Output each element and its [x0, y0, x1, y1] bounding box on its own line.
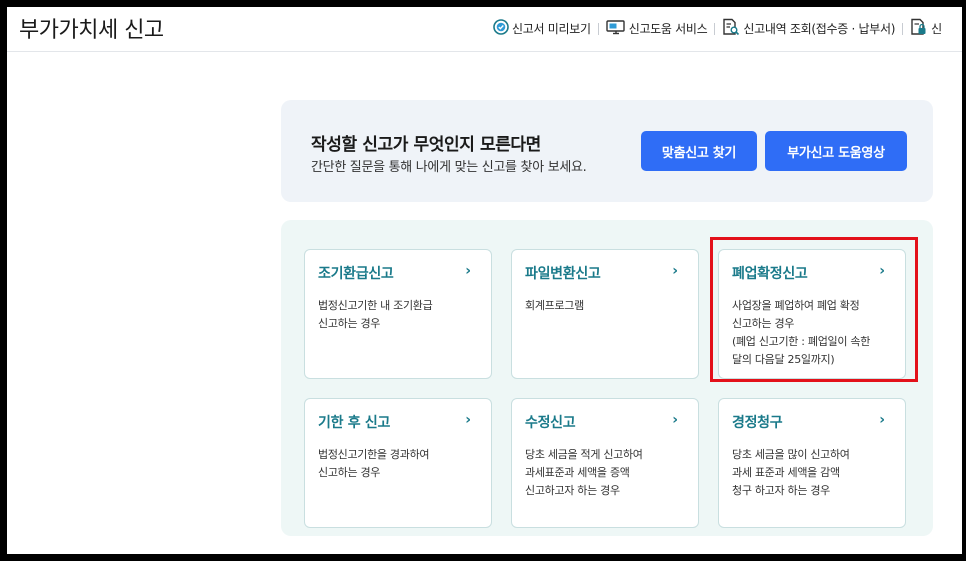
page-title: 부가가치세 신고	[19, 18, 164, 43]
card-desc-line: 신고하는 경우	[732, 317, 795, 330]
menu-label-more: 신	[931, 22, 942, 36]
card-desc-line: 과세표준과 세액을 증액	[525, 466, 630, 479]
card-description: 당초 세금을 많이 신고하여 과세 표준과 세액을 감액 청구 하고자 하는 경…	[732, 446, 898, 500]
chevron-right-icon: ›	[465, 263, 471, 279]
menu-label-history: 신고내역 조회(접수증 · 납부서)	[743, 22, 896, 36]
card-early-refund[interactable]: 조기환급신고 › 법정신고기한 내 조기환급 신고하는 경우	[304, 249, 492, 379]
card-desc-line: (폐업 신고기한 : 폐업일이 속한	[732, 335, 871, 348]
card-desc-line: 사업장을 폐업하여 폐업 확정	[732, 299, 860, 312]
card-description: 법정신고기한 내 조기환급 신고하는 경우	[318, 297, 484, 333]
menu-divider	[597, 22, 599, 35]
card-desc-line: 신고하고자 하는 경우	[525, 484, 620, 497]
card-desc-line: 신고하는 경우	[318, 466, 381, 479]
chevron-right-icon: ›	[465, 412, 471, 428]
chevron-right-icon: ›	[672, 263, 678, 279]
menu-item-more[interactable]: 신	[910, 18, 942, 39]
menu-divider	[714, 22, 716, 35]
card-description: 법정신고기한을 경과하여 신고하는 경우	[318, 446, 484, 482]
card-description: 당초 세금을 적게 신고하여 과세표준과 세액을 증액 신고하고자 하는 경우	[525, 446, 691, 500]
menu-label-preview: 신고서 미리보기	[512, 22, 591, 36]
card-desc-line: 법정신고기한을 경과하여	[318, 448, 430, 461]
chevron-right-icon: ›	[879, 412, 885, 428]
app-window: 부가가치세 신고 신고서 미리보기 신고도움 서비스 신고내역 조회(접수증 ·…	[7, 7, 962, 554]
chevron-right-icon: ›	[672, 412, 678, 428]
card-desc-line: 달의 다음달 25일까지)	[732, 353, 835, 366]
page-header: 부가가치세 신고 신고서 미리보기 신고도움 서비스 신고내역 조회(접수증 ·…	[7, 7, 962, 52]
card-description: 회계프로그램	[525, 297, 691, 315]
chevron-right-icon: ›	[879, 263, 885, 279]
menu-label-help-service: 신고도움 서비스	[628, 22, 708, 36]
card-desc-line: 당초 세금을 많이 신고하여	[732, 448, 850, 461]
hint-subtitle: 간단한 질문을 통해 나에게 맞는 신고를 찾아 보세요.	[311, 160, 587, 175]
find-custom-report-button[interactable]: 맞춤신고 찾기	[641, 131, 757, 171]
card-desc-line: 신고하는 경우	[318, 317, 381, 330]
card-desc-line: 회계프로그램	[525, 299, 584, 312]
menu-divider	[902, 22, 904, 35]
monitor-icon	[606, 19, 626, 38]
menu-item-history[interactable]: 신고내역 조회(접수증 · 납부서)	[722, 18, 895, 39]
card-title: 기한 후 신고	[318, 415, 391, 431]
card-desc-line: 당초 세금을 적게 신고하여	[525, 448, 643, 461]
card-desc-line: 법정신고기한 내 조기환급	[318, 299, 433, 312]
document-lock-icon	[910, 18, 928, 39]
card-title: 조기환급신고	[318, 266, 394, 282]
card-closure-confirmation[interactable]: 폐업확정신고 › 사업장을 폐업하여 폐업 확정 신고하는 경우 (폐업 신고기…	[718, 249, 906, 379]
check-circle-icon	[493, 19, 509, 38]
help-video-button[interactable]: 부가신고 도움영상	[765, 131, 907, 171]
menu-item-preview[interactable]: 신고서 미리보기	[493, 19, 591, 38]
card-title: 수정신고	[525, 415, 576, 431]
card-late-report[interactable]: 기한 후 신고 › 법정신고기한을 경과하여 신고하는 경우	[304, 398, 492, 528]
card-title: 폐업확정신고	[732, 266, 808, 282]
card-desc-line: 과세 표준과 세액을 감액	[732, 466, 840, 479]
card-correction-claim[interactable]: 경정청구 › 당초 세금을 많이 신고하여 과세 표준과 세액을 감액 청구 하…	[718, 398, 906, 528]
card-amended-report[interactable]: 수정신고 › 당초 세금을 적게 신고하여 과세표준과 세액을 증액 신고하고자…	[511, 398, 699, 528]
hint-banner: 작성할 신고가 무엇인지 모른다면 간단한 질문을 통해 나에게 맞는 신고를 …	[281, 100, 933, 202]
report-type-section: 조기환급신고 › 법정신고기한 내 조기환급 신고하는 경우 파일변환신고 › …	[281, 220, 933, 536]
card-desc-line: 청구 하고자 하는 경우	[732, 484, 830, 497]
card-title: 파일변환신고	[525, 266, 601, 282]
card-file-conversion[interactable]: 파일변환신고 › 회계프로그램	[511, 249, 699, 379]
header-menu: 신고서 미리보기 신고도움 서비스 신고내역 조회(접수증 · 납부서) 신	[493, 18, 942, 39]
card-description: 사업장을 폐업하여 폐업 확정 신고하는 경우 (폐업 신고기한 : 폐업일이 …	[732, 297, 898, 369]
menu-item-help-service[interactable]: 신고도움 서비스	[606, 19, 708, 38]
hint-title: 작성할 신고가 무엇인지 모른다면	[311, 135, 541, 155]
card-title: 경정청구	[732, 415, 783, 431]
document-search-icon	[722, 18, 740, 39]
